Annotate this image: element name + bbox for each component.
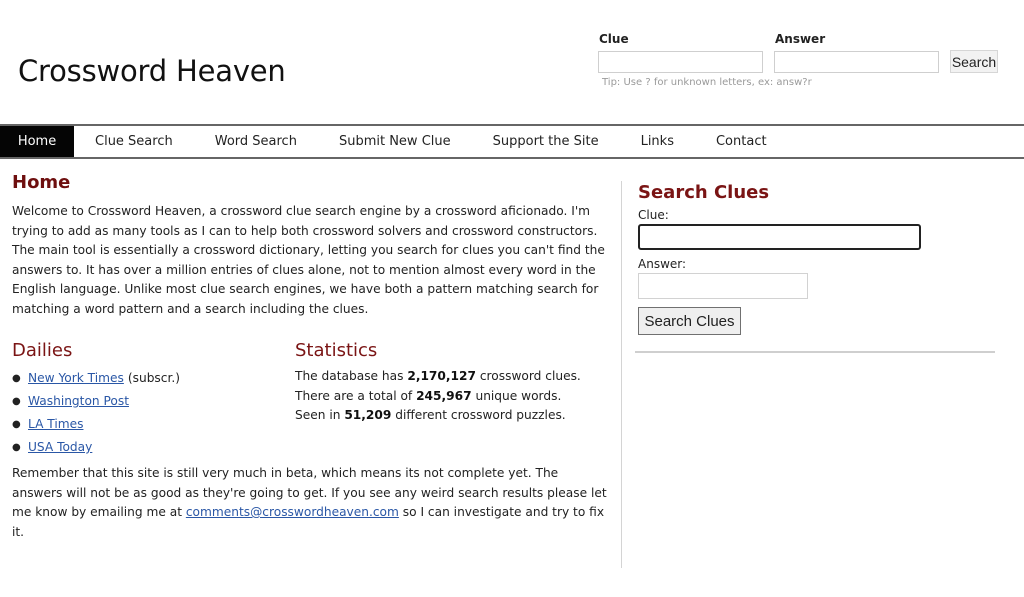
nav-clue-search[interactable]: Clue Search (74, 126, 194, 157)
beta-note: Remember that this site is still very mu… (12, 464, 612, 542)
list-item: ● New York Times (subscr.) (12, 367, 282, 390)
page-title: Home (12, 172, 71, 193)
bullet-icon: ● (12, 396, 21, 407)
list-item: ● LA Times (12, 413, 282, 436)
intro-paragraph: Welcome to Crossword Heaven, a crossword… (12, 204, 605, 316)
search-tip: Tip: Use ? for unknown letters, ex: answ… (602, 77, 812, 88)
bullet-icon: ● (12, 442, 21, 453)
top-answer-input[interactable] (774, 51, 939, 73)
nav-links[interactable]: Links (620, 126, 695, 157)
nav-submit-new-clue[interactable]: Submit New Clue (318, 126, 472, 157)
search-clues-panel: Search Clues Clue: Answer: Search Clues (635, 182, 998, 353)
stat-puzzles: Seen in 51,209 different crossword puzzl… (295, 406, 605, 426)
stat-clues-value: 2,170,127 (407, 369, 476, 383)
link-new-york-times[interactable]: New York Times (28, 367, 124, 390)
statistics-heading: Statistics (295, 340, 378, 361)
link-la-times[interactable]: LA Times (28, 413, 83, 436)
stat-text: unique words. (471, 388, 562, 403)
subscription-note: (subscr.) (127, 371, 180, 385)
dailies-list: ● New York Times (subscr.) ● Washington … (12, 367, 282, 459)
site-title: Crossword Heaven (18, 54, 286, 88)
top-answer-label: Answer (775, 32, 826, 46)
email-link[interactable]: comments@crosswordheaven.com (186, 505, 399, 519)
nav-word-search[interactable]: Word Search (194, 126, 318, 157)
stat-puzzles-value: 51,209 (344, 408, 392, 422)
link-washington-post[interactable]: Washington Post (28, 390, 129, 413)
main-nav: Home Clue Search Word Search Submit New … (0, 124, 1024, 159)
top-clue-label: Clue (599, 32, 629, 46)
stat-text: The database has (295, 369, 408, 383)
statistics-section: Statistics The database has 2,170,127 cr… (295, 340, 605, 426)
main-content: Home Welcome to Crossword Heaven, a cros… (12, 172, 612, 539)
bullet-icon: ● (12, 419, 21, 430)
list-item: ● Washington Post (12, 390, 282, 413)
nav-support-the-site[interactable]: Support the Site (472, 126, 620, 157)
dailies-heading: Dailies (12, 340, 73, 361)
column-divider (621, 181, 622, 568)
top-clue-input[interactable] (598, 51, 763, 73)
stat-words-value: 245,967 (416, 388, 472, 403)
top-search-button[interactable]: Search (950, 50, 998, 73)
stat-words: There are a total of 245,967 unique word… (295, 387, 605, 407)
answer-input[interactable] (638, 273, 808, 299)
nav-home[interactable]: Home (0, 126, 74, 157)
stat-text: There are a total of (295, 388, 417, 403)
stat-text: crossword clues. (475, 369, 581, 383)
clue-label: Clue: (638, 208, 669, 222)
stat-clues: The database has 2,170,127 crossword clu… (295, 367, 605, 387)
dailies-section: Dailies ● New York Times (subscr.) ● Was… (12, 340, 282, 459)
list-item: ● USA Today (12, 436, 282, 459)
stat-text: Seen in (295, 408, 345, 422)
clue-input[interactable] (638, 224, 921, 250)
search-clues-heading: Search Clues (638, 182, 770, 203)
bullet-icon: ● (12, 373, 21, 384)
nav-contact[interactable]: Contact (695, 126, 788, 157)
link-usa-today[interactable]: USA Today (28, 436, 92, 459)
stat-text: different crossword puzzles. (391, 408, 566, 422)
panel-divider (635, 351, 995, 353)
answer-label: Answer: (638, 257, 687, 271)
search-clues-button[interactable]: Search Clues (638, 307, 741, 335)
